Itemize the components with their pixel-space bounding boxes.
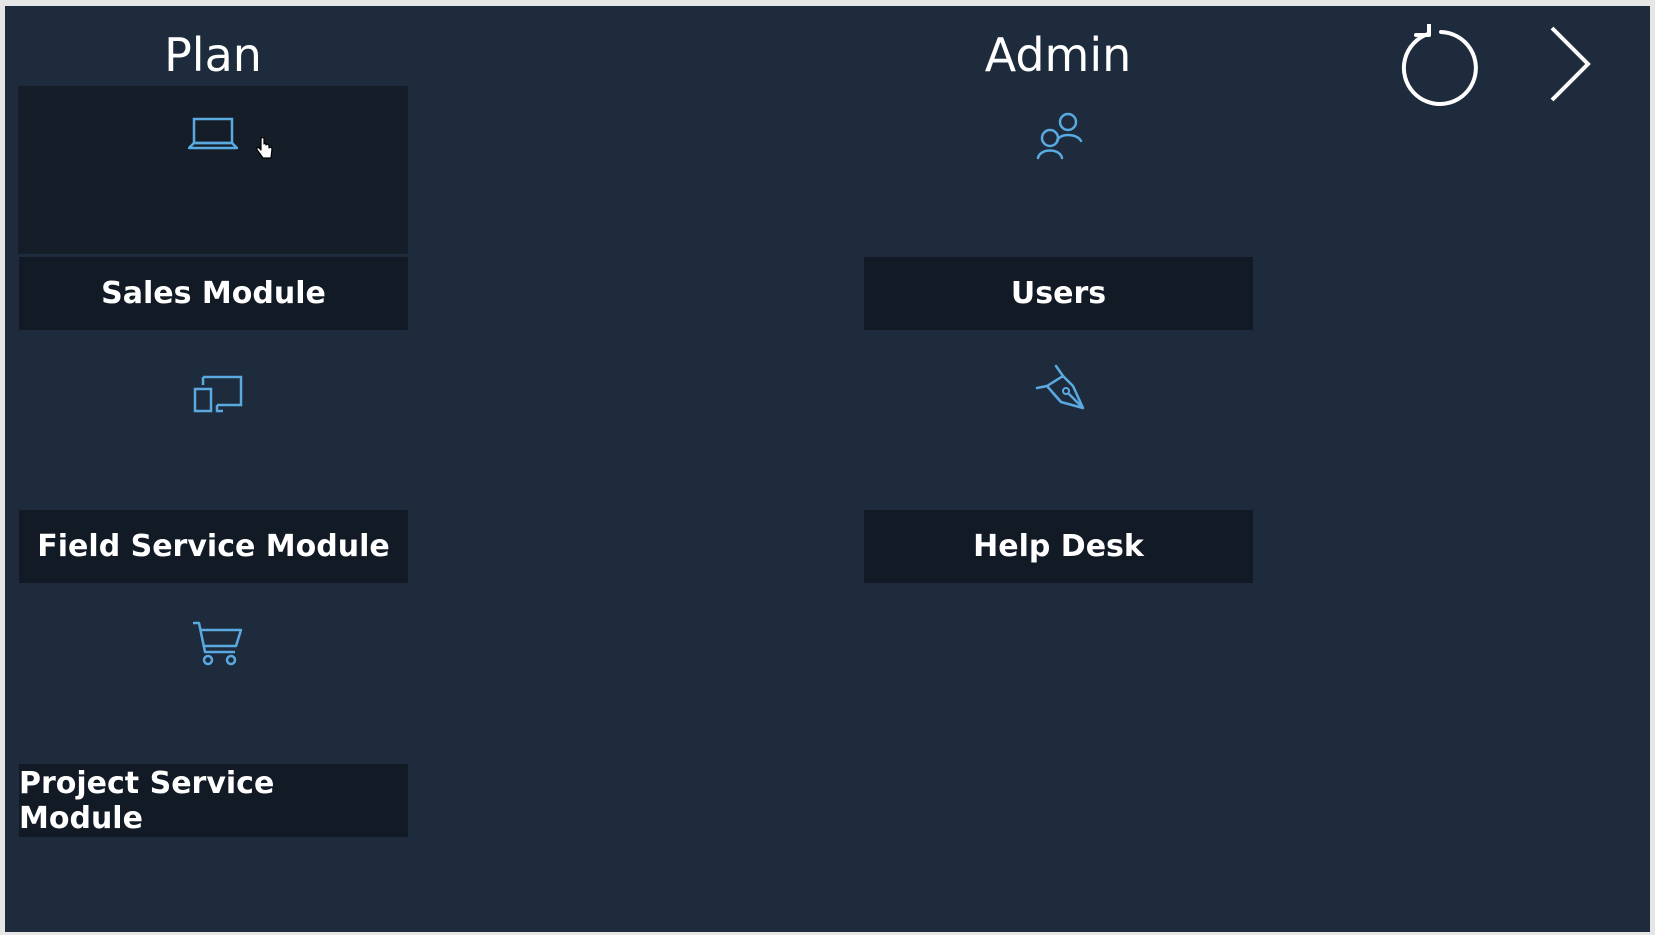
plan-section-title: Plan [164,28,262,82]
next-button[interactable] [1543,24,1593,104]
sales-module-button[interactable]: Sales Module [19,257,408,330]
project-service-module-button[interactable]: Project Service Module [19,764,408,837]
laptop-icon [188,117,238,151]
users-button[interactable]: Users [864,257,1253,330]
devices-icon [193,375,243,415]
field-service-module-button[interactable]: Field Service Module [19,510,408,583]
chevron-right-icon [1543,24,1593,104]
refresh-button[interactable] [1398,24,1480,106]
users-icon [1035,111,1085,161]
cart-icon [191,620,243,666]
pen-nib-icon [1035,363,1089,419]
hand-cursor-icon [256,136,274,166]
sales-module-tile[interactable] [18,86,408,254]
refresh-icon [1398,24,1480,106]
help-desk-button[interactable]: Help Desk [864,510,1253,583]
admin-section-title: Admin [984,28,1132,82]
app-canvas: Plan Admin Sales Module Field Service Mo… [5,6,1650,932]
